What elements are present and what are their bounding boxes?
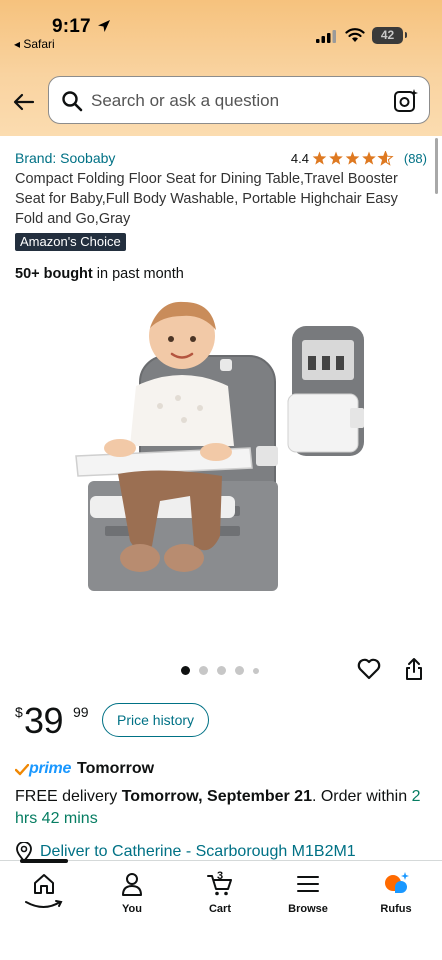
carousel-dot-4[interactable] [235, 666, 244, 675]
bought-count: 50+ bought [15, 266, 93, 282]
carousel-dot-5[interactable] [253, 667, 259, 674]
heart-icon[interactable] [357, 658, 381, 680]
tab-browse-label: Browse [288, 903, 328, 915]
carousel-dot-3[interactable] [217, 666, 226, 675]
tab-home-indicator [20, 859, 68, 863]
star-rating-icon [312, 151, 393, 166]
tab-you[interactable]: You [88, 861, 176, 921]
header: 9:17 ◂ Safari 42 Search or ask a questio… [0, 0, 442, 136]
prime-check-icon [15, 764, 29, 776]
deliver-to-link[interactable]: Deliver to Catherine - Scarborough M1B2M… [40, 843, 356, 861]
cart-count-badge: 3 [217, 870, 224, 882]
search-icon [62, 91, 83, 112]
status-time: 9:17 [52, 16, 91, 37]
price-whole: 39 [24, 700, 64, 741]
tab-rufus[interactable]: Rufus [352, 861, 440, 921]
brand-rating-row: Brand: Soobaby 4.4 (88) [15, 150, 427, 170]
brand-link[interactable]: Brand: Soobaby [15, 150, 115, 166]
price-history-button[interactable]: Price history [102, 703, 210, 737]
tab-cart-label: Cart [208, 903, 231, 915]
prime-day: Tomorrow [77, 760, 155, 777]
share-icon[interactable] [403, 657, 425, 681]
signal-icon [316, 30, 336, 43]
product-image[interactable] [60, 296, 380, 626]
delivery-message: FREE delivery Tomorrow, September 21. Or… [15, 786, 425, 830]
search-input[interactable]: Search or ask a question [48, 76, 430, 124]
scrollbar[interactable] [435, 138, 438, 194]
image-carousel-dots[interactable] [181, 666, 263, 676]
delivery-text-a: FREE delivery [15, 788, 122, 805]
location-arrow-icon [98, 20, 110, 32]
tab-cart[interactable]: 3 Cart [176, 861, 264, 921]
carousel-dot-1[interactable] [181, 666, 190, 675]
bought-in-past-month: 50+ bought in past month [15, 266, 184, 282]
amazons-choice-badge[interactable]: Amazon's Choice [15, 233, 126, 251]
baby-sweater-shape [130, 375, 234, 446]
price-fraction: 99 [73, 704, 89, 720]
price-symbol: $ [15, 704, 23, 720]
home-icon [34, 874, 54, 894]
camera-icon[interactable] [393, 88, 419, 114]
rating-value: 4.4 [290, 151, 309, 166]
rufus-icon [385, 872, 409, 893]
menu-icon [297, 876, 319, 892]
status-bar: 9:17 ◂ Safari 42 [0, 0, 442, 56]
delivery-date: Tomorrow, September 21 [121, 788, 312, 805]
rating-count-link[interactable]: (88) [404, 151, 427, 166]
bottom-tab-bar: You 3 Cart Browse Rufus [0, 859, 442, 960]
search-placeholder: Search or ask a question [91, 91, 280, 110]
prime-logo: prime [29, 760, 72, 777]
tab-home[interactable] [0, 859, 88, 921]
wifi-icon [345, 28, 365, 42]
product-title: Compact Folding Floor Seat for Dining Ta… [15, 171, 398, 227]
tab-browse[interactable]: Browse [264, 861, 352, 921]
tab-rufus-label: Rufus [380, 903, 412, 915]
tab-you-label: You [122, 903, 142, 915]
battery-indicator: 42 [372, 27, 407, 44]
back-arrow-icon[interactable] [12, 90, 36, 114]
back-to-safari-link[interactable]: ◂ Safari [14, 37, 55, 51]
amazon-smile-icon [25, 900, 63, 908]
carousel-dot-2[interactable] [199, 666, 208, 675]
delivery-text-b: . Order within [311, 788, 412, 805]
person-icon [122, 873, 142, 896]
bought-suffix: in past month [92, 266, 184, 282]
